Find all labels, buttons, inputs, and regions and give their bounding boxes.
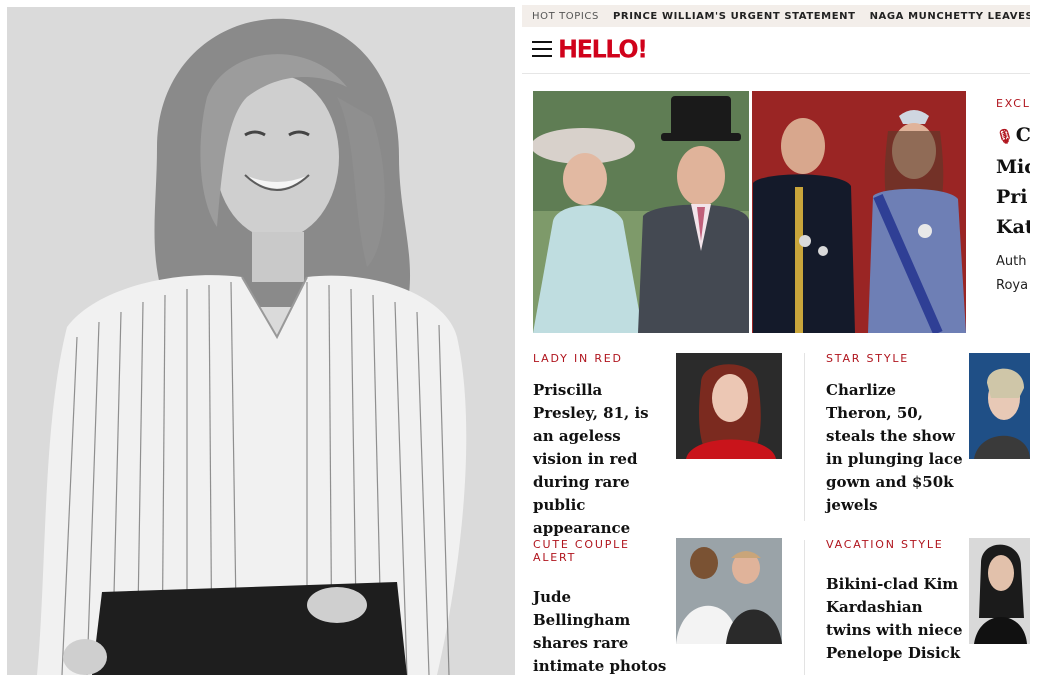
column-divider xyxy=(804,353,805,521)
hero-author: Auth Roya xyxy=(996,254,1029,293)
portrait-illustration xyxy=(7,7,515,675)
card-title[interactable]: Bikini-clad Kim Kardashian twins with ni… xyxy=(826,573,964,665)
hot-topic-link-2[interactable]: NAGA MUNCHETTY LEAVES BBC B xyxy=(870,11,1030,22)
card-title[interactable]: Charlize Theron, 50, steals the show in … xyxy=(826,379,964,517)
article-card-4[interactable]: VACATION STYLE Bikini-clad Kim Kardashia… xyxy=(826,538,964,665)
hot-topics-bar: HOT TOPICS PRINCE WILLIAM'S URGENT STATE… xyxy=(522,5,1030,27)
card-thumbnail[interactable] xyxy=(676,353,782,459)
hero-image[interactable] xyxy=(533,91,966,333)
article-card-3[interactable]: CUTE COUPLE ALERT Jude Bellingham shares… xyxy=(533,538,671,675)
column-divider xyxy=(804,540,805,675)
card-thumbnail[interactable] xyxy=(969,353,1030,459)
article-card-1[interactable]: LADY IN RED Priscilla Presley, 81, is an… xyxy=(533,352,671,540)
card-eyebrow: CUTE COUPLE ALERT xyxy=(533,538,630,564)
hot-topic-link-1[interactable]: PRINCE WILLIAM'S URGENT STATEMENT xyxy=(613,11,856,22)
hero-headline-first: C xyxy=(1015,124,1030,146)
card-eyebrow: VACATION STYLE xyxy=(826,538,944,551)
microphone-icon: 🎙 xyxy=(996,129,1014,145)
portrait-photo xyxy=(7,7,515,675)
hero-headline[interactable]: 🎙C Mic Pri Kat xyxy=(996,120,1030,242)
card-title[interactable]: Jude Bellingham shares rare intimate pho… xyxy=(533,586,671,675)
hero-headline-rest: Mic Pri Kat xyxy=(996,156,1030,238)
card-title[interactable]: Priscilla Presley, 81, is an ageless vis… xyxy=(533,379,671,540)
hero-text: EXCL 🎙C Mic Pri Kat Auth Roya xyxy=(996,97,1030,298)
site-header: HELLO! xyxy=(522,27,1030,74)
card-thumbnail[interactable] xyxy=(969,538,1030,644)
hello-website: HOT TOPICS PRINCE WILLIAM'S URGENT STATE… xyxy=(522,5,1030,675)
card-eyebrow: STAR STYLE xyxy=(826,352,910,365)
hello-logo[interactable]: HELLO! xyxy=(558,34,648,63)
hero-eyebrow: EXCL xyxy=(996,97,1030,110)
article-card-2[interactable]: STAR STYLE Charlize Theron, 50, steals t… xyxy=(826,352,964,517)
hamburger-menu-icon[interactable] xyxy=(532,41,552,57)
hot-topics-label: HOT TOPICS xyxy=(532,10,599,22)
card-thumbnail[interactable] xyxy=(676,538,782,644)
card-eyebrow: LADY IN RED xyxy=(533,352,623,365)
